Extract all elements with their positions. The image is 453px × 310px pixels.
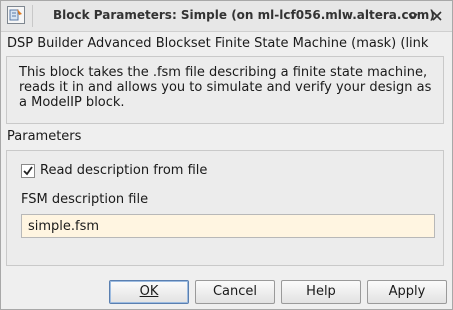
fsm-file-input[interactable]	[21, 214, 435, 238]
close-button[interactable]	[429, 8, 445, 24]
window-title: Block Parameters: Simple (on ml-lcf056.m…	[53, 8, 435, 22]
fsm-file-label: FSM description file	[21, 192, 149, 207]
description-box: This block takes the .fsm file describin…	[6, 56, 444, 124]
cancel-button-label: Cancel	[212, 284, 258, 299]
close-icon	[432, 11, 442, 21]
minimize-button[interactable]	[405, 8, 421, 24]
apply-button[interactable]: Apply	[367, 280, 447, 304]
app-icon[interactable]	[7, 6, 25, 24]
mask-header: DSP Builder Advanced Blockset Finite Sta…	[7, 36, 429, 51]
parameters-label: Parameters	[7, 129, 82, 144]
read-from-file-label[interactable]: Read description from file	[40, 163, 207, 178]
parameters-group: Read description from file FSM descripti…	[6, 150, 444, 266]
description-text: This block takes the .fsm file describin…	[19, 65, 432, 110]
checkmark-icon	[23, 166, 33, 176]
ok-button[interactable]: OK	[109, 280, 189, 304]
dialog-content: DSP Builder Advanced Blockset Finite Sta…	[1, 32, 452, 309]
title-separator	[32, 5, 33, 27]
block-parameters-dialog: Block Parameters: Simple (on ml-lcf056.m…	[0, 0, 453, 310]
ok-button-label: OK	[139, 284, 159, 299]
title-bar[interactable]: Block Parameters: Simple (on ml-lcf056.m…	[1, 1, 452, 32]
cancel-button[interactable]: Cancel	[195, 280, 275, 304]
help-button[interactable]: Help	[281, 280, 361, 304]
minimize-icon	[408, 13, 418, 20]
help-button-label: Help	[306, 284, 336, 299]
apply-button-label: Apply	[388, 284, 426, 299]
read-from-file-checkbox[interactable]	[21, 164, 35, 178]
